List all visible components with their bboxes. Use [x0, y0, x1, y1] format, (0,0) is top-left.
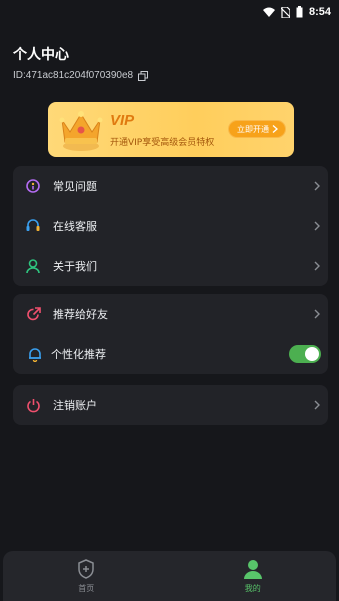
menu-item-label: 推荐给好友	[53, 308, 108, 321]
vip-banner[interactable]: VIP 开通VIP享受高级会员特权 立即开通	[48, 102, 294, 157]
status-bar: 8:54	[0, 0, 339, 24]
status-time: 8:54	[308, 6, 331, 18]
crown-icon	[59, 111, 103, 151]
chevron-right-icon	[314, 221, 320, 231]
personalized-toggle[interactable]	[289, 345, 321, 363]
menu-item-label: 关于我们	[53, 260, 97, 273]
chevron-right-icon	[314, 261, 320, 271]
menu-item-personalized: 个性化推荐	[13, 334, 328, 374]
menu-group-account: 注销账户	[13, 385, 328, 425]
user-id-text: ID:471ac81c204f070390e8	[13, 70, 134, 81]
copy-icon[interactable]	[138, 70, 149, 81]
battery-icon	[296, 6, 303, 18]
chevron-right-icon	[314, 181, 320, 191]
menu-item-share-friends[interactable]: 推荐给好友	[13, 294, 328, 334]
no-sim-icon	[280, 6, 290, 18]
help-icon	[25, 178, 41, 194]
vip-open-label: 立即开通	[237, 124, 269, 134]
tab-label: 首页	[78, 584, 95, 593]
user-icon	[243, 560, 262, 579]
person-icon	[25, 258, 41, 274]
tab-mine[interactable]: 我的	[170, 551, 337, 601]
chevron-right-icon	[314, 400, 320, 410]
power-icon	[25, 397, 41, 413]
vip-open-button[interactable]: 立即开通	[228, 120, 286, 138]
tab-home[interactable]: 首页	[3, 551, 170, 601]
wifi-icon	[262, 7, 275, 17]
menu-group-recommend: 推荐给好友 个性化推荐	[13, 294, 328, 374]
share-icon	[25, 306, 41, 322]
menu-item-label: 注销账户	[53, 399, 97, 412]
tab-label: 我的	[244, 584, 261, 593]
menu-item-delete-account[interactable]: 注销账户	[13, 385, 328, 425]
menu-item-faq[interactable]: 常见问题	[13, 166, 328, 206]
toggle-knob	[305, 347, 319, 361]
menu-item-label: 常见问题	[53, 180, 97, 193]
chevron-right-icon	[314, 309, 320, 319]
headset-icon	[25, 218, 41, 234]
vip-title: VIP	[110, 112, 135, 129]
user-id-row: ID:471ac81c204f070390e8	[13, 70, 149, 81]
menu-item-about-us[interactable]: 关于我们	[13, 246, 328, 286]
menu-item-customer-service[interactable]: 在线客服	[13, 206, 328, 246]
menu-item-label: 个性化推荐	[51, 348, 106, 361]
bottom-tab-bar: 首页 我的	[3, 551, 336, 601]
menu-group-help: 常见问题 在线客服 关于我们	[13, 166, 328, 286]
bell-icon	[27, 346, 43, 362]
vip-subtitle: 开通VIP享受高级会员特权	[110, 138, 215, 148]
page-title: 个人中心	[13, 47, 69, 63]
menu-item-label: 在线客服	[53, 220, 97, 233]
shield-plus-icon	[78, 559, 94, 579]
chevron-right-icon	[272, 125, 278, 133]
